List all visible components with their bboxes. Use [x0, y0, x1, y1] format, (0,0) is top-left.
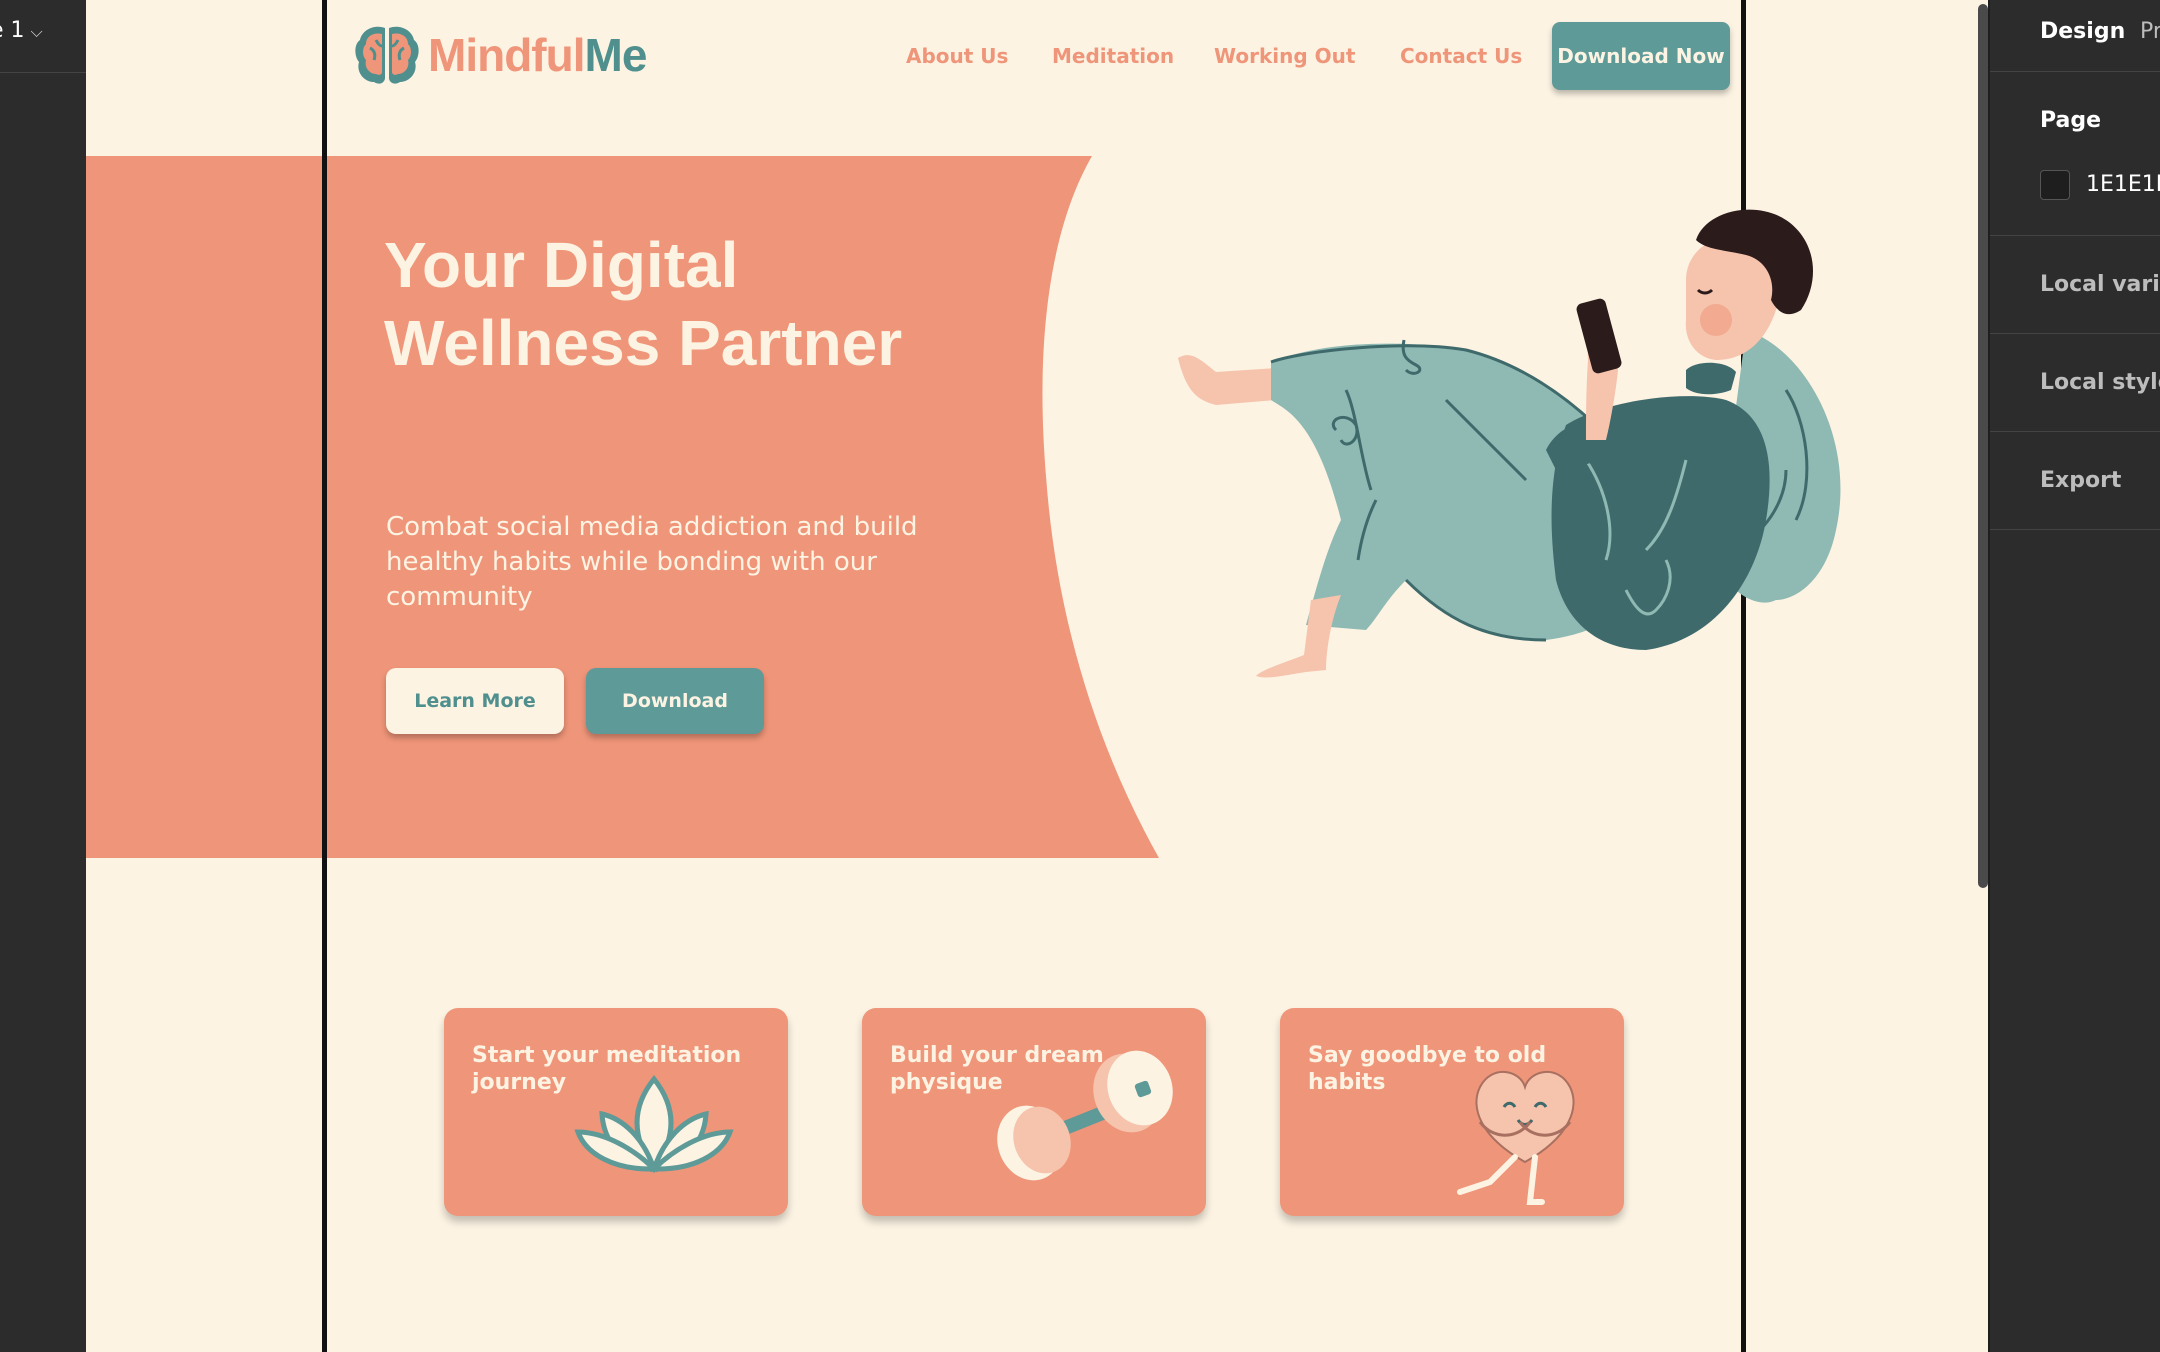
heart-character-icon [1457, 1070, 1575, 1205]
tab-prototype[interactable]: Pr [2140, 19, 2160, 44]
page-color-swatch[interactable] [2040, 170, 2070, 200]
nav-about-us[interactable]: About Us [906, 44, 1008, 68]
hero-title: Your Digital Wellness Partner [384, 229, 903, 379]
nav-meditation[interactable]: Meditation [1052, 44, 1174, 68]
card-habits[interactable]: Say goodbye to old habits [1280, 1008, 1624, 1216]
page-section: Page 1E1E1E [1990, 72, 2160, 236]
page-section-title: Page [2040, 108, 2102, 133]
learn-more-button[interactable]: Learn More [386, 668, 564, 734]
local-variables-section[interactable]: Local variab [1990, 236, 2160, 334]
page-color-value[interactable]: 1E1E1E [2086, 172, 2160, 197]
nav-contact-us[interactable]: Contact Us [1400, 44, 1522, 68]
dumbbell-icon [997, 1050, 1173, 1181]
design-canvas[interactable]: MindfulMe About Us Meditation Working Ou… [86, 0, 1988, 1352]
site-logo[interactable]: MindfulMe [354, 22, 647, 88]
panel-tabs: Design Pr [1990, 0, 2160, 72]
chevron-down-icon: ⌵ [30, 22, 43, 41]
download-button[interactable]: Download [586, 668, 764, 734]
person-on-phone-illustration [1178, 209, 1841, 678]
brain-icon [355, 26, 419, 84]
page-selector[interactable]: e 1⌵ [0, 18, 43, 43]
divider [0, 72, 86, 73]
tab-design[interactable]: Design [2040, 19, 2125, 44]
lotus-icon [574, 1074, 734, 1174]
vertical-scrollbar[interactable] [1978, 4, 1988, 888]
card-meditation[interactable]: Start your meditation journey [444, 1008, 788, 1216]
section-title: Local variab [2040, 272, 2160, 297]
brand-name: MindfulMe [428, 29, 647, 81]
download-now-button[interactable]: Download Now [1552, 22, 1730, 90]
hero-subtitle: Combat social media addiction and build … [386, 512, 918, 612]
section-title: Local styles [2040, 370, 2160, 395]
properties-panel: Design Pr Page 1E1E1E Local variab Local… [1988, 0, 2160, 1352]
nav-working-out[interactable]: Working Out [1214, 44, 1355, 68]
card-physique[interactable]: Build your dream physique [862, 1008, 1206, 1216]
local-styles-section[interactable]: Local styles [1990, 334, 2160, 432]
section-title: Export [2040, 468, 2122, 493]
layers-panel: e 1⌵ [0, 0, 86, 1352]
export-section[interactable]: Export [1990, 432, 2160, 530]
